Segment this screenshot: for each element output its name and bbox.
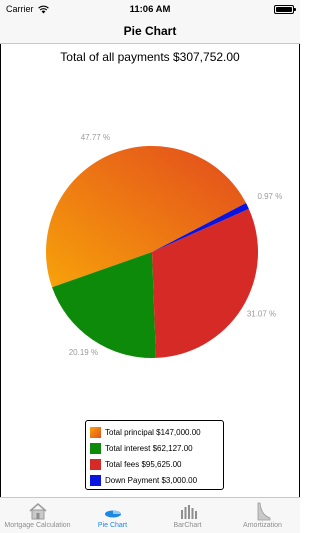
tab-label: Mortgage Calculation bbox=[4, 522, 71, 529]
legend-item: Down Payment $3,000.00 bbox=[90, 472, 223, 488]
legend-item: Total principal $147,000.00 bbox=[90, 424, 223, 440]
legend-label: Down Payment $3,000.00 bbox=[105, 475, 198, 485]
chart-legend: Total principal $147,000.00 Total intere… bbox=[85, 420, 224, 490]
pie-chart-icon bbox=[104, 510, 121, 518]
chart-area: Total of all payments $307,752.00 47.77 … bbox=[0, 44, 300, 497]
legend-label: Total fees $95,625.00 bbox=[105, 459, 182, 469]
amortization-icon bbox=[257, 502, 270, 521]
status-bar: Carrier 11:06 AM bbox=[0, 0, 300, 20]
legend-item: Total fees $95,625.00 bbox=[90, 456, 223, 472]
pie-percent-label-interest: 20.19 % bbox=[69, 348, 98, 357]
pie-chart: 47.77 % 20.19 % 31.07 % 0.97 % bbox=[45, 133, 282, 359]
legend-swatch-down-payment bbox=[90, 474, 101, 486]
legend-swatch-fees bbox=[90, 458, 101, 470]
pie-percent-label-principal: 47.77 % bbox=[81, 133, 110, 142]
legend-label: Total interest $62,127.00 bbox=[105, 443, 193, 453]
tab-label: Amortization bbox=[243, 522, 282, 529]
tab-mortgage-calculation[interactable]: Mortgage Calculation bbox=[0, 498, 75, 533]
house-icon bbox=[29, 503, 46, 520]
tab-bar-chart[interactable]: BarChart bbox=[150, 498, 225, 533]
navigation-bar: Pie Chart bbox=[0, 20, 300, 44]
nav-title: Pie Chart bbox=[123, 24, 177, 38]
tab-label: Pie Chart bbox=[97, 522, 128, 529]
pie-percent-label-down-payment: 0.97 % bbox=[257, 192, 282, 201]
pie-percent-label-fees: 31.07 % bbox=[247, 310, 276, 319]
bar-chart-icon bbox=[180, 505, 197, 519]
legend-item: Total interest $62,127.00 bbox=[90, 440, 223, 456]
legend-swatch-interest bbox=[90, 442, 101, 454]
tab-label: BarChart bbox=[173, 522, 202, 529]
tab-bar: Mortgage Calculation Pie Chart BarChart … bbox=[0, 497, 300, 533]
status-time: 11:06 AM bbox=[129, 4, 171, 15]
battery-icon bbox=[274, 5, 296, 14]
tab-amortization[interactable]: Amortization bbox=[225, 498, 300, 533]
legend-swatch-principal bbox=[90, 426, 101, 438]
tab-pie-chart[interactable]: Pie Chart bbox=[75, 498, 150, 533]
legend-label: Total principal $147,000.00 bbox=[105, 427, 201, 437]
